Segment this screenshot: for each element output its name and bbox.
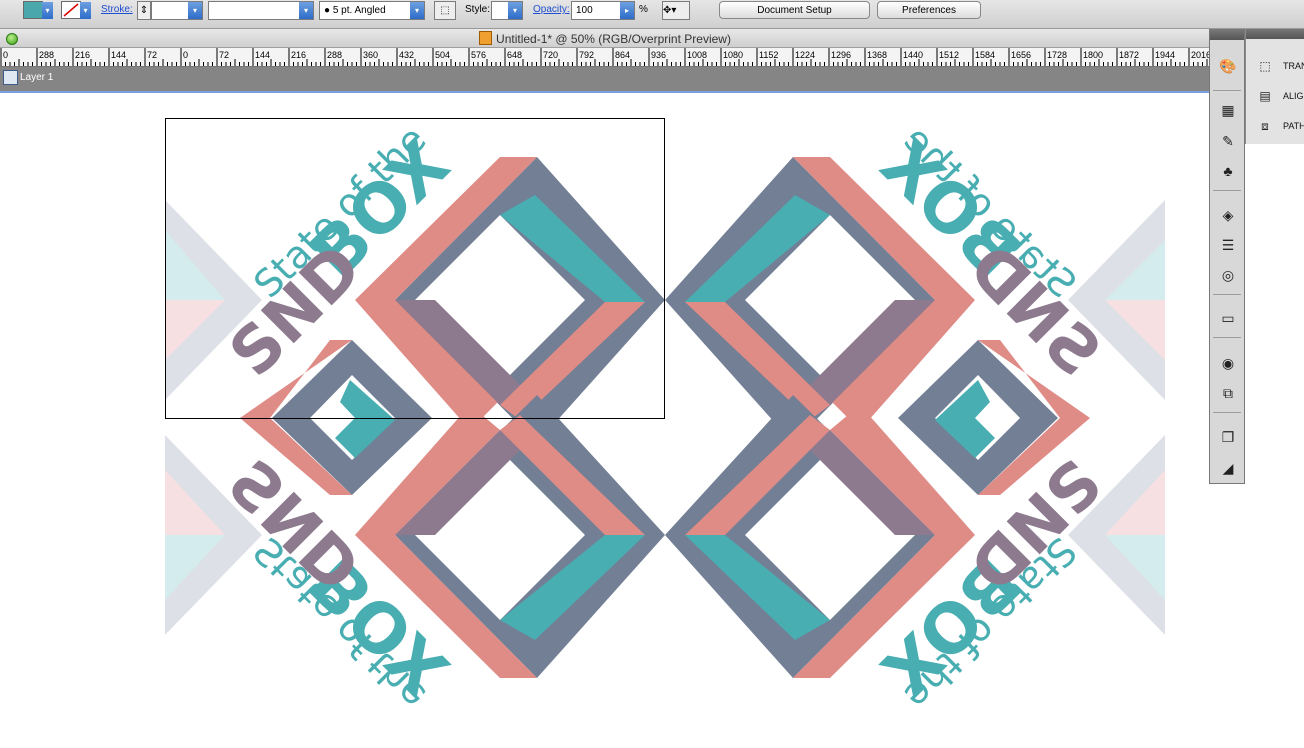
panel-dock: 🎨 ▦ ✎ ♣ ◈ ☰ ◎ ▭ ◉ ⧉ ❐ ◢ bbox=[1209, 29, 1245, 484]
transform-tab[interactable]: TRAN bbox=[1283, 61, 1304, 71]
ruler-label: 576 bbox=[471, 50, 486, 60]
ruler-label: 2016 bbox=[1191, 50, 1210, 60]
ruler-label: 792 bbox=[579, 50, 594, 60]
ruler-label: 360 bbox=[363, 50, 378, 60]
artboard-canvas[interactable]: State of the BOX SND State of the BOX SN… bbox=[0, 93, 1210, 743]
ruler-label: 144 bbox=[255, 50, 270, 60]
layers-icon[interactable]: ◈ bbox=[1218, 205, 1238, 225]
ruler-label: 72 bbox=[219, 50, 229, 60]
symbols-club-icon[interactable]: ♣ bbox=[1218, 161, 1238, 181]
ruler-label: 1800 bbox=[1083, 50, 1103, 60]
ruler-label: 1368 bbox=[867, 50, 887, 60]
style-label: Style: bbox=[465, 4, 491, 15]
preferences-button[interactable]: Preferences bbox=[877, 1, 981, 19]
layer-bar: Layer 1 bbox=[0, 67, 1210, 93]
opacity-unit: % bbox=[639, 4, 648, 15]
ruler-label: 1152 bbox=[759, 50, 778, 60]
control-bar: ▾ ▾ Stroke: ⇕ ▾ ▾ ● 5 pt. Angled ▾ ⬚ Sty… bbox=[0, 0, 1304, 29]
ruler-label: 1656 bbox=[1011, 50, 1031, 60]
swatches-grid-icon[interactable]: ▦ bbox=[1218, 100, 1238, 120]
ruler-label: 1728 bbox=[1047, 50, 1067, 60]
document-title-bar: Untitled-1* @ 50% (RGB/Overprint Preview… bbox=[0, 29, 1210, 48]
ruler-label: 1872 bbox=[1119, 50, 1139, 60]
ruler-label: 864 bbox=[615, 50, 630, 60]
layer-name: Layer 1 bbox=[20, 72, 54, 83]
opacity-arrow[interactable]: ▸ bbox=[620, 2, 634, 19]
stroke-type-field[interactable]: ▾ bbox=[208, 1, 314, 20]
expanded-panel-header[interactable] bbox=[1246, 29, 1304, 39]
panel-divider bbox=[1213, 90, 1241, 91]
ruler-label: 144 bbox=[111, 50, 126, 60]
navigator-icon[interactable]: ◢ bbox=[1218, 458, 1238, 478]
graphic-styles-icon[interactable]: ⧉ bbox=[1218, 383, 1238, 403]
brush-style-arrow[interactable]: ▾ bbox=[410, 2, 424, 19]
stroke-lines-icon[interactable]: ☰ bbox=[1218, 235, 1238, 255]
stroke-type-arrow[interactable]: ▾ bbox=[299, 2, 313, 19]
transform-icon[interactable]: ⬚ bbox=[1258, 59, 1272, 73]
graphic-style-arrow[interactable]: ▾ bbox=[508, 2, 522, 19]
stroke-weight-arrow[interactable]: ▾ bbox=[188, 2, 202, 19]
ruler-label: 648 bbox=[507, 50, 522, 60]
panel-divider bbox=[1213, 294, 1241, 295]
document-setup-button[interactable]: Document Setup bbox=[719, 1, 870, 19]
illustrator-doc-icon bbox=[479, 31, 493, 45]
ruler-label: 216 bbox=[291, 50, 306, 60]
pathfinder-tab[interactable]: PATH bbox=[1283, 121, 1304, 131]
ruler-label: 288 bbox=[327, 50, 342, 60]
ruler-label: 0 bbox=[183, 50, 188, 60]
document-title: Untitled-1* @ 50% (RGB/Overprint Preview… bbox=[0, 31, 1210, 46]
brush-style-dropdown[interactable]: ● 5 pt. Angled ▾ bbox=[319, 1, 425, 20]
artboards-icon[interactable]: ❐ bbox=[1218, 427, 1238, 447]
brush-dot-icon: ● bbox=[324, 5, 333, 16]
ruler-label: 1008 bbox=[687, 50, 707, 60]
envelope-icon[interactable]: ⬚ bbox=[434, 1, 456, 20]
ruler-label: 936 bbox=[651, 50, 666, 60]
graphic-style-field[interactable]: ▾ bbox=[491, 1, 523, 20]
brushes-icon[interactable]: ✎ bbox=[1218, 131, 1238, 151]
ruler-label: 0 bbox=[3, 50, 8, 60]
ruler-label: 1224 bbox=[795, 50, 815, 60]
ruler-label: 1440 bbox=[903, 50, 923, 60]
stroke-label[interactable]: Stroke: bbox=[101, 4, 133, 15]
panel-divider bbox=[1213, 337, 1241, 338]
recolor-icon[interactable]: ✥▾ bbox=[662, 1, 690, 20]
pathfinder-icon[interactable]: ⧈ bbox=[1258, 119, 1272, 133]
artwork: State of the BOX SND State of the BOX SN… bbox=[165, 118, 1165, 718]
ruler-label: 1296 bbox=[831, 50, 851, 60]
ruler-label: 1944 bbox=[1155, 50, 1175, 60]
ruler-label: 1512 bbox=[939, 50, 959, 60]
ruler-ticks: 0 288 216 144 72 0 72 144 216 288 360 432 504 576 648 7… bbox=[0, 48, 1210, 66]
horizontal-ruler[interactable]: 0 288 216 144 72 0 72 144 216 288 360 432 504 576 648 7… bbox=[0, 48, 1210, 67]
ruler-label: 504 bbox=[435, 50, 450, 60]
panel-divider bbox=[1213, 412, 1241, 413]
stroke-weight-field[interactable]: ▾ bbox=[151, 1, 203, 20]
ruler-label: 432 bbox=[399, 50, 414, 60]
appearance-icon[interactable]: ◉ bbox=[1218, 353, 1238, 373]
fill-dropdown-arrow[interactable]: ▾ bbox=[42, 2, 53, 19]
panel-divider bbox=[1213, 190, 1241, 191]
expanded-panel-group: ⬚ TRAN ▤ ALIG ⧈ PATH bbox=[1245, 29, 1304, 144]
ruler-label: 72 bbox=[147, 50, 157, 60]
align-tab[interactable]: ALIG bbox=[1283, 91, 1304, 101]
layer-icon[interactable] bbox=[3, 70, 18, 85]
align-icon[interactable]: ▤ bbox=[1258, 89, 1272, 103]
gradient-icon[interactable]: ▭ bbox=[1218, 308, 1238, 328]
ruler-label: 1584 bbox=[975, 50, 995, 60]
document-title-text: Untitled-1* @ 50% (RGB/Overprint Preview… bbox=[496, 32, 731, 46]
stroke-dropdown-arrow[interactable]: ▾ bbox=[80, 2, 91, 19]
opacity-value: 100 bbox=[576, 5, 593, 16]
ruler-label: 720 bbox=[543, 50, 558, 60]
stroke-weight-stepper[interactable]: ⇕ bbox=[137, 1, 151, 20]
transparency-icon[interactable]: ◎ bbox=[1218, 265, 1238, 285]
opacity-label[interactable]: Opacity: bbox=[533, 4, 570, 15]
ruler-label: 1080 bbox=[723, 50, 743, 60]
opacity-field[interactable]: 100 ▸ bbox=[571, 1, 635, 20]
ruler-label: 216 bbox=[75, 50, 90, 60]
ruler-label: 288 bbox=[39, 50, 54, 60]
panel-dock-header[interactable] bbox=[1210, 30, 1244, 40]
color-palette-icon[interactable]: 🎨 bbox=[1218, 56, 1238, 76]
fill-swatch[interactable] bbox=[23, 1, 43, 19]
brush-style-value: 5 pt. Angled bbox=[332, 5, 386, 16]
stroke-swatch[interactable] bbox=[61, 1, 81, 19]
